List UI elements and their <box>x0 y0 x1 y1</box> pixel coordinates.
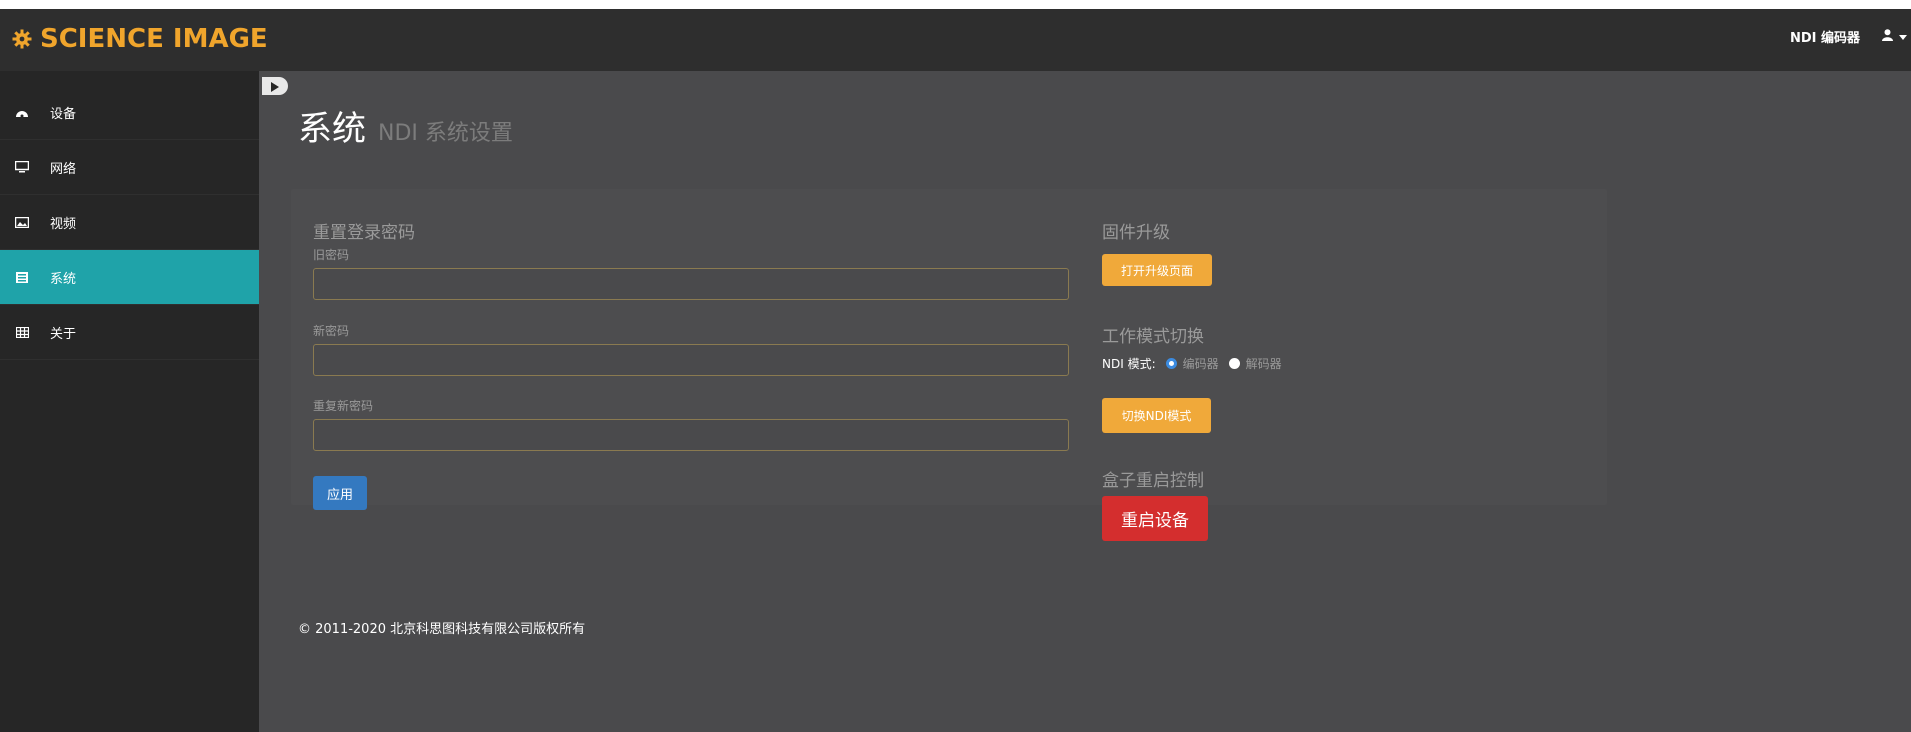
switch-ndi-mode-button[interactable]: 切换NDI模式 <box>1102 398 1211 433</box>
grid-icon <box>14 325 30 339</box>
ndi-mode-label: NDI 模式: <box>1102 357 1156 371</box>
main-content: 系统 NDI 系统设置 重置登录密码 旧密码 新密码 重复新密码 应用 固件升级… <box>259 71 1911 732</box>
reboot-device-button[interactable]: 重启设备 <box>1102 496 1208 541</box>
sidebar-item-about[interactable]: 关于 <box>0 305 259 360</box>
new-password-field[interactable] <box>313 344 1069 376</box>
old-password-label: 旧密码 <box>313 248 350 262</box>
encoder-radio[interactable] <box>1165 358 1177 369</box>
user-icon <box>1882 28 1893 45</box>
page-title: 系统 NDI 系统设置 <box>298 101 513 150</box>
brand-logo[interactable]: SCIENCE IMAGE <box>12 21 268 57</box>
firmware-section-title: 固件升级 <box>1102 223 1170 243</box>
apply-button[interactable]: 应用 <box>313 476 367 510</box>
app-window: SCIENCE IMAGE NDI 编码器 设备 网络 视频 系统 关于 系统 … <box>0 9 1911 732</box>
sidebar-item-label: 视频 <box>50 216 77 232</box>
brand-title: SCIENCE IMAGE <box>40 24 268 54</box>
repeat-password-label: 重复新密码 <box>313 399 374 413</box>
old-password-field[interactable] <box>313 268 1069 300</box>
picture-icon <box>14 215 30 229</box>
dashboard-icon <box>14 105 30 119</box>
sidebar-item-label: 网络 <box>50 161 77 177</box>
device-label[interactable]: NDI 编码器 <box>1790 27 1860 46</box>
ndi-mode-radio-group: NDI 模式: 编码器 解码器 <box>1102 355 1282 372</box>
sidebar-item-label: 关于 <box>50 326 77 342</box>
page-title-text: 系统 <box>298 109 366 149</box>
open-upgrade-page-button[interactable]: 打开升级页面 <box>1102 254 1212 286</box>
encoder-radio-label[interactable]: 编码器 <box>1183 355 1219 372</box>
navbar-right: NDI 编码器 <box>1790 27 1907 46</box>
page-subtitle: NDI 系统设置 <box>378 121 513 146</box>
sidebar-item-system[interactable]: 系统 <box>0 250 259 305</box>
sidebar-item-device[interactable]: 设备 <box>0 85 259 140</box>
sidebar-item-network[interactable]: 网络 <box>0 140 259 195</box>
sidebar-item-label: 设备 <box>50 106 77 122</box>
monitor-icon <box>14 160 30 174</box>
sidebar-item-label: 系统 <box>50 271 77 287</box>
password-section-title: 重置登录密码 <box>313 223 415 243</box>
settings-panel: 重置登录密码 旧密码 新密码 重复新密码 应用 固件升级 打开升级页面 工作模式… <box>291 189 1607 541</box>
caret-down-icon <box>1899 29 1907 44</box>
new-password-label: 新密码 <box>313 324 350 338</box>
decoder-radio[interactable] <box>1228 358 1240 369</box>
sidebar: 设备 网络 视频 系统 关于 <box>0 71 259 732</box>
sidebar-item-video[interactable]: 视频 <box>0 195 259 250</box>
reboot-section-title: 盒子重启控制 <box>1102 471 1204 491</box>
work-mode-section-title: 工作模式切换 <box>1102 327 1204 347</box>
user-menu[interactable] <box>1882 28 1907 45</box>
repeat-password-field[interactable] <box>313 419 1069 451</box>
system-icon <box>14 270 30 284</box>
top-navbar: SCIENCE IMAGE NDI 编码器 <box>0 9 1911 71</box>
gear-icon <box>12 29 32 49</box>
decoder-radio-label[interactable]: 解码器 <box>1246 355 1282 372</box>
footer-copyright: © 2011-2020 北京科思图科技有限公司版权所有 <box>298 622 586 637</box>
